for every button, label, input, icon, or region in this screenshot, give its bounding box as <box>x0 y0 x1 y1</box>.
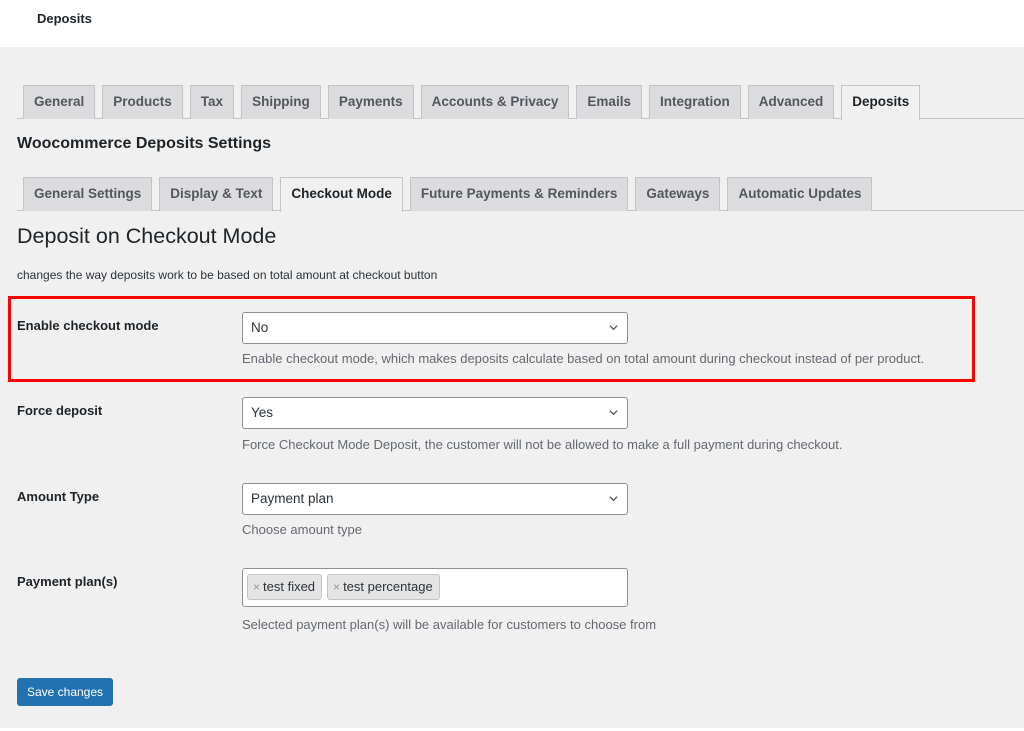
payment-plans-label: Payment plan(s) <box>17 574 118 589</box>
tab-payments[interactable]: Payments <box>327 85 414 119</box>
tab-accounts-privacy[interactable]: Accounts & Privacy <box>420 85 570 119</box>
subtab-display-text[interactable]: Display & Text <box>159 177 274 211</box>
settings-tabs: General Products Tax Shipping Payments A… <box>17 85 1024 120</box>
amount-type-label: Amount Type <box>17 489 100 504</box>
tab-products[interactable]: Products <box>102 85 183 119</box>
checkout-mode-value: No <box>251 320 269 335</box>
section-title: Woocommerce Deposits Settings <box>17 135 271 152</box>
payment-plans-multiselect[interactable]: × test fixed × test percentage <box>242 568 628 607</box>
subtab-general-settings[interactable]: General Settings <box>23 177 153 211</box>
amount-type-select[interactable]: Payment plan <box>242 483 628 515</box>
page-description: changes the way deposits work to be base… <box>17 268 438 282</box>
chevron-down-icon <box>609 496 618 502</box>
remove-icon[interactable]: × <box>253 575 260 599</box>
force-deposit-help: Force Checkout Mode Deposit, the custome… <box>242 437 843 452</box>
checkout-mode-help: Enable checkout mode, which makes deposi… <box>242 351 925 366</box>
amount-type-value: Payment plan <box>251 491 334 506</box>
tab-emails[interactable]: Emails <box>576 85 642 119</box>
force-deposit-select[interactable]: Yes <box>242 397 628 429</box>
tab-advanced[interactable]: Advanced <box>747 85 835 119</box>
checkout-mode-select[interactable]: No <box>242 312 628 344</box>
save-changes-button[interactable]: Save changes <box>17 678 113 706</box>
tab-integration[interactable]: Integration <box>648 85 741 119</box>
subtab-checkout-mode[interactable]: Checkout Mode <box>280 177 403 212</box>
payment-plan-chip: × test fixed <box>247 574 323 600</box>
amount-type-help: Choose amount type <box>242 522 362 537</box>
tab-tax[interactable]: Tax <box>189 85 235 119</box>
page-title: Deposits <box>37 11 92 26</box>
remove-icon[interactable]: × <box>333 575 340 599</box>
chevron-down-icon <box>609 325 618 331</box>
page-heading: Deposit on Checkout Mode <box>17 224 277 248</box>
tab-deposits[interactable]: Deposits <box>841 85 921 120</box>
deposits-subtabs: General Settings Display & Text Checkout… <box>17 177 1024 212</box>
chip-label: test fixed <box>263 579 316 594</box>
top-bar: Deposits <box>0 0 1024 47</box>
subtab-future-payments[interactable]: Future Payments & Reminders <box>409 177 629 211</box>
payment-plan-chip: × test percentage <box>327 574 440 600</box>
tab-general[interactable]: General <box>23 85 96 119</box>
subtab-gateways[interactable]: Gateways <box>635 177 721 211</box>
chevron-down-icon <box>609 410 618 416</box>
subtab-automatic-updates[interactable]: Automatic Updates <box>727 177 873 211</box>
checkout-mode-label: Enable checkout mode <box>17 318 159 333</box>
chip-label: test percentage <box>343 579 433 594</box>
force-deposit-value: Yes <box>251 405 274 420</box>
force-deposit-label: Force deposit <box>17 403 103 418</box>
payment-plans-help: Selected payment plan(s) will be availab… <box>242 617 657 632</box>
tab-shipping[interactable]: Shipping <box>241 85 321 119</box>
